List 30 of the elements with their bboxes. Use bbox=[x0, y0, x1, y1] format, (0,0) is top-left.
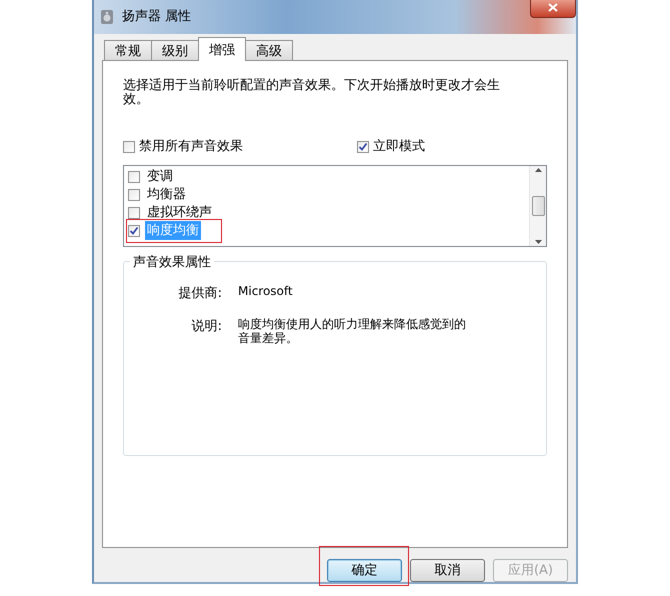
checkbox[interactable] bbox=[128, 170, 140, 182]
tab[interactable]: 高级 bbox=[245, 40, 293, 60]
tab[interactable]: 增强 bbox=[198, 37, 246, 61]
close-button[interactable] bbox=[530, 0, 576, 18]
speaker-icon bbox=[100, 9, 114, 25]
property-value: Microsoft bbox=[238, 284, 294, 300]
property-label: 说明: bbox=[190, 318, 222, 336]
checkbox-label: 立即模式 bbox=[373, 138, 425, 156]
checkbox[interactable] bbox=[123, 140, 135, 153]
tab[interactable]: 级别 bbox=[151, 40, 199, 60]
list-item[interactable]: 虚拟环绕声 bbox=[145, 202, 214, 222]
list-item[interactable]: 变调 bbox=[145, 166, 175, 186]
property-label: 提供商: bbox=[178, 284, 222, 302]
dialog-button[interactable]: 确定 bbox=[327, 559, 402, 582]
property-value: 响度均衡使用人的听力理解来降低感觉到的音量差异。 bbox=[238, 317, 467, 345]
list-item[interactable]: 均衡器 bbox=[145, 184, 188, 204]
checkbox-label: 禁用所有声音效果 bbox=[139, 138, 243, 156]
scroll-down-icon[interactable] bbox=[534, 240, 542, 244]
tab[interactable]: 常规 bbox=[104, 40, 152, 60]
scroll-thumb[interactable] bbox=[532, 196, 544, 216]
checkbox[interactable] bbox=[128, 188, 140, 200]
dialog-button[interactable]: 取消 bbox=[410, 559, 485, 582]
close-icon[interactable] bbox=[548, 3, 558, 12]
checkbox[interactable] bbox=[128, 224, 140, 236]
window-title: 扬声器 属性 bbox=[122, 8, 192, 26]
scroll-up-icon[interactable] bbox=[534, 168, 542, 172]
intro-text: 选择适用于当前聆听配置的声音效果。下次开始播放时更改才会生效。 bbox=[123, 79, 501, 107]
checkbox[interactable] bbox=[357, 140, 369, 153]
checkbox[interactable] bbox=[128, 206, 140, 218]
scrollbar[interactable] bbox=[529, 166, 546, 246]
